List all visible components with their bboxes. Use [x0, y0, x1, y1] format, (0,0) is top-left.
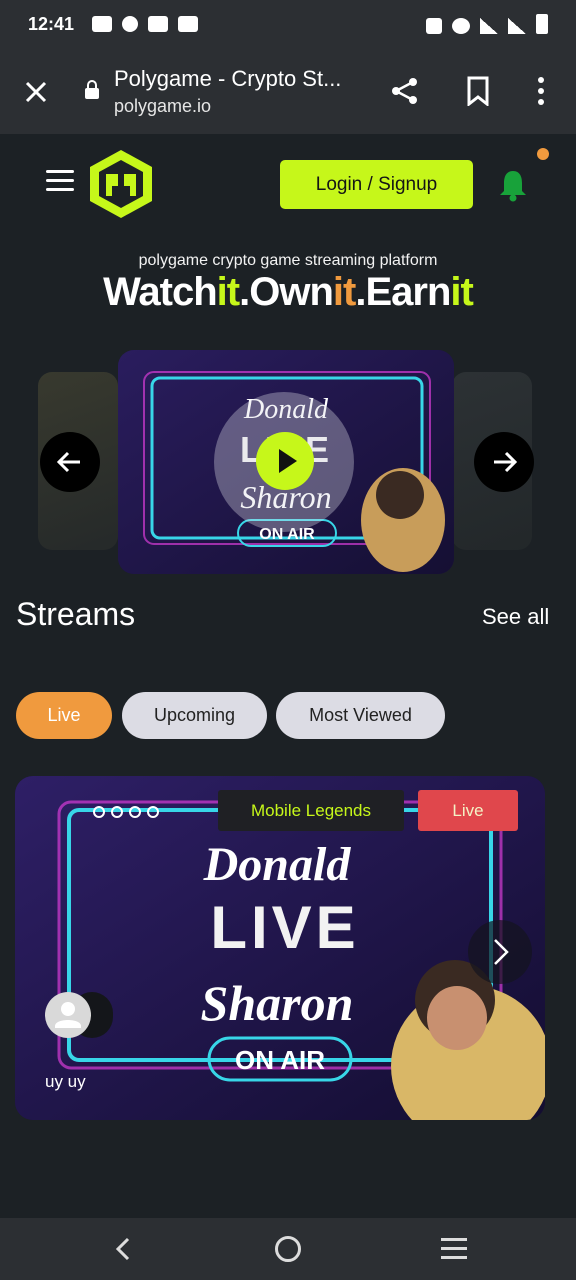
svg-text:Sharon: Sharon — [201, 975, 354, 1031]
menu-icon[interactable] — [46, 170, 74, 192]
page-title[interactable]: Polygame - Crypto St... — [114, 66, 341, 92]
bookmark-icon[interactable] — [466, 76, 490, 106]
lock-icon — [85, 80, 99, 99]
tab-upcoming[interactable]: Upcoming — [122, 692, 267, 739]
hero-dot-2: . — [355, 270, 366, 314]
game-tag: Mobile Legends — [218, 790, 404, 831]
arrow-right-icon — [494, 451, 518, 473]
browser-toolbar: Polygame - Crypto St... polygame.io — [0, 48, 576, 134]
hero-watch: Watch — [103, 270, 218, 314]
page-content: Login / Signup polygame crypto game stre… — [0, 134, 576, 1218]
hero-own: Own — [249, 270, 334, 314]
hero-earn: Earn — [365, 270, 451, 314]
close-icon[interactable] — [22, 78, 50, 106]
gmail-icon — [148, 16, 169, 32]
share-icon[interactable] — [390, 76, 420, 106]
system-nav-bar — [0, 1218, 576, 1280]
signal-icon-2 — [508, 18, 526, 34]
stream-card[interactable]: Donald LIVE Sharon ON AIR Mobile Legends… — [15, 776, 545, 1120]
more-options-icon[interactable] — [534, 76, 548, 106]
live-badge: Live — [418, 790, 518, 831]
tagline: polygame crypto game streaming platform — [138, 252, 438, 269]
login-signup-button[interactable]: Login / Signup — [280, 160, 473, 209]
carousel-featured-card[interactable]: Donald LIVE Sharon ON AIR — [118, 350, 454, 574]
wifi-icon — [452, 18, 470, 34]
avatar[interactable] — [45, 992, 91, 1038]
user-icon — [55, 1002, 81, 1028]
streamer-name[interactable]: uy uy — [45, 1072, 86, 1092]
polygame-logo[interactable] — [88, 148, 154, 220]
youtube-icon — [92, 16, 113, 32]
see-all-link[interactable]: See all — [482, 604, 549, 630]
carousel-prev-button[interactable] — [40, 432, 100, 492]
tab-live[interactable]: Live — [16, 692, 112, 739]
battery-icon — [536, 14, 548, 34]
linkedin-icon — [178, 16, 199, 32]
arrow-left-icon — [56, 451, 80, 473]
signal-icon — [480, 18, 498, 34]
chevron-right-icon — [494, 939, 509, 965]
hero-it-2: it — [332, 270, 356, 314]
svg-text:LIVE: LIVE — [210, 894, 359, 961]
carousel-next-button[interactable] — [474, 432, 534, 492]
svg-text:ON AIR: ON AIR — [235, 1045, 325, 1075]
hero-heading: Watchit.Ownit.Earnit — [0, 270, 576, 315]
home-icon[interactable] — [275, 1236, 301, 1262]
hero-it-3: it — [450, 270, 473, 314]
vibrate-icon — [426, 18, 442, 34]
bell-icon[interactable] — [498, 168, 528, 202]
svg-text:Donald: Donald — [203, 838, 352, 891]
status-time: 12:41 — [28, 13, 75, 34]
hero-dot-1: . — [239, 270, 250, 314]
notification-dot — [537, 148, 549, 160]
tab-most-viewed[interactable]: Most Viewed — [276, 692, 445, 739]
moon-icon — [122, 16, 139, 32]
url-host[interactable]: polygame.io — [114, 96, 211, 117]
back-icon[interactable] — [112, 1236, 136, 1262]
notification-icons — [92, 16, 199, 32]
card-next-button[interactable] — [468, 920, 532, 984]
streams-heading: Streams — [16, 596, 136, 632]
play-button[interactable] — [256, 432, 314, 490]
hero-it-1: it — [216, 270, 240, 314]
status-bar: 12:41 — [0, 0, 576, 48]
recent-apps-icon[interactable] — [441, 1238, 467, 1260]
